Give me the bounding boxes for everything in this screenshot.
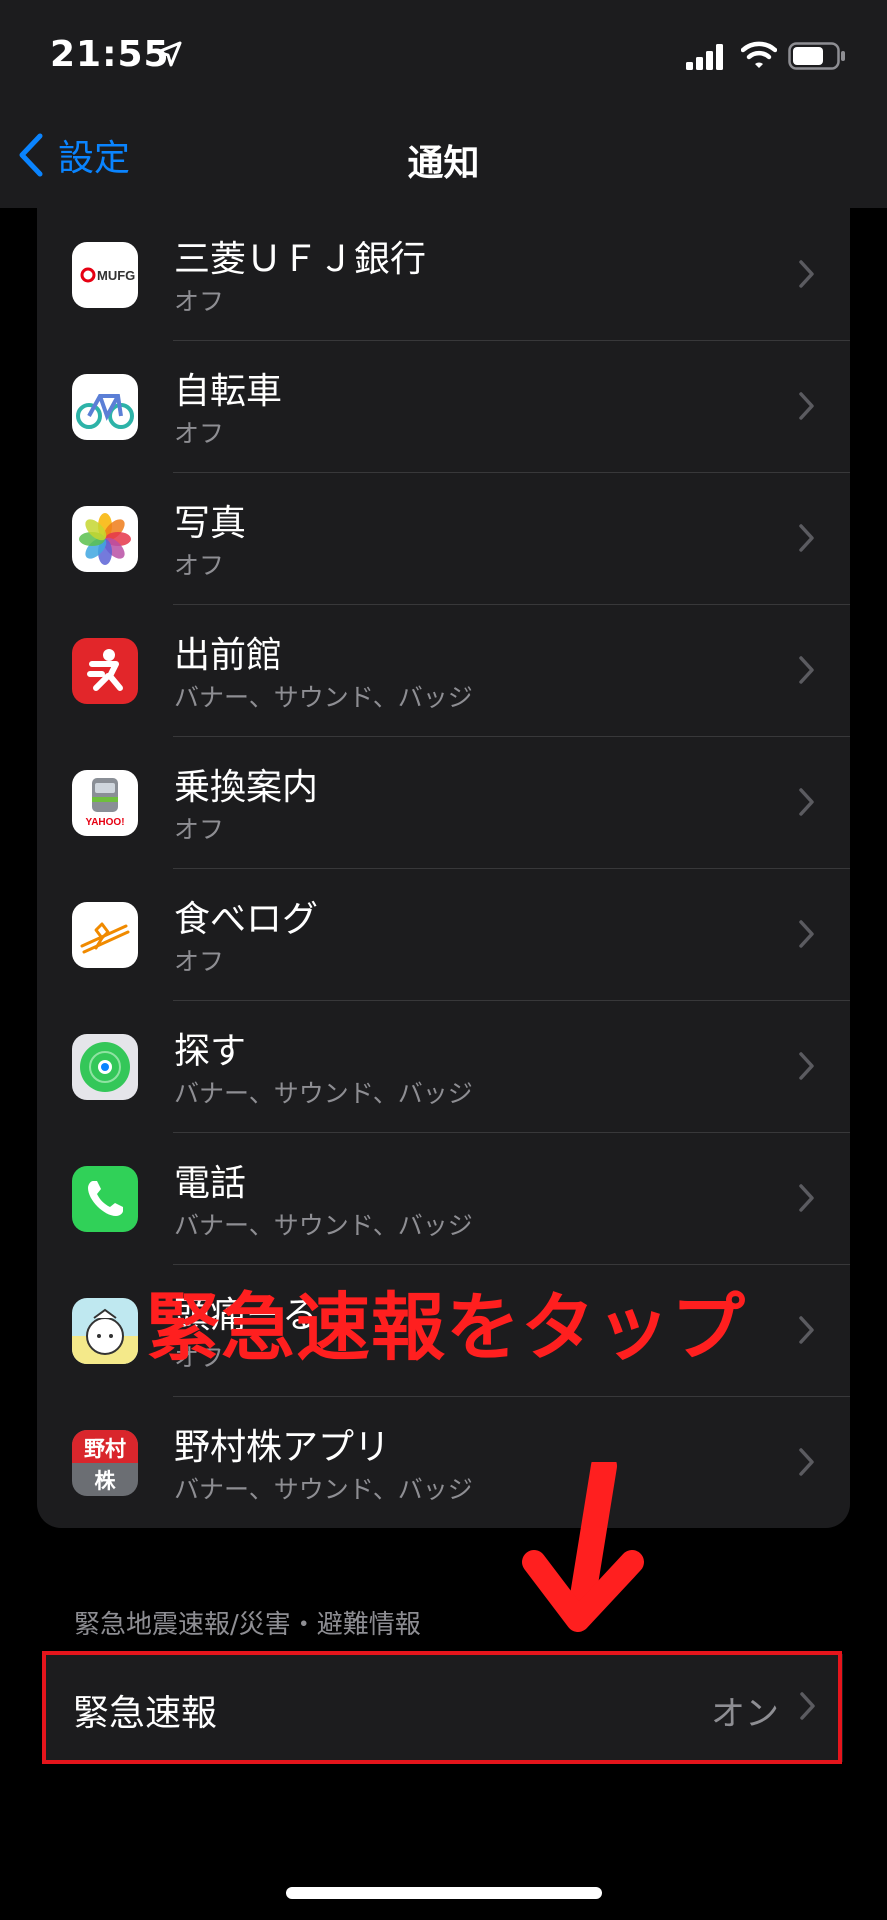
wifi-icon	[741, 41, 777, 68]
notification-status: オフ	[174, 551, 225, 580]
notification-status: バナー、サウンド、バッジ	[174, 683, 473, 712]
highlight-box	[42, 1651, 842, 1764]
chevron-right-icon	[799, 524, 814, 552]
tabelog-icon	[72, 902, 138, 968]
app-name: 写真	[174, 503, 247, 544]
zutool-icon	[72, 1298, 138, 1364]
status-time: 21:55	[50, 34, 170, 75]
svg-text:株: 株	[95, 1469, 117, 1493]
findmy-icon	[72, 1034, 138, 1100]
chevron-right-icon	[799, 920, 814, 948]
app-name: 探す	[174, 1031, 247, 1072]
notification-status: オフ	[174, 815, 225, 844]
notification-status: バナー、サウンド、バッジ	[174, 1079, 473, 1108]
section-header: 緊急地震速報/災害・避難情報	[74, 1610, 421, 1640]
page-title: 通知	[407, 143, 480, 184]
app-name: 野村株アプリ	[174, 1427, 391, 1468]
list-item-norikae[interactable]: YAHOO! 乗換案内 オフ	[37, 736, 850, 868]
chevron-right-icon	[799, 1448, 814, 1476]
list-item-demaekan[interactable]: 出前館 バナー、サウンド、バッジ	[37, 604, 850, 736]
list-item-photos[interactable]: 写真 オフ	[37, 472, 850, 604]
notification-status: バナー、サウンド、バッジ	[174, 1475, 473, 1504]
train-icon: YAHOO!	[72, 770, 138, 836]
list-item-bicycle[interactable]: 自転車 オフ	[37, 340, 850, 472]
demaekan-icon	[72, 638, 138, 704]
list-item-tabelog[interactable]: 食べログ オフ	[37, 868, 850, 1000]
app-name: 自転車	[174, 371, 283, 412]
mufg-icon: MUFG	[72, 242, 138, 308]
battery-icon	[788, 42, 845, 70]
app-name: 出前館	[174, 635, 283, 676]
annotation-text: 緊急速報をタップ	[146, 1285, 746, 1371]
photos-icon	[72, 506, 138, 572]
chevron-right-icon	[799, 1184, 814, 1212]
notification-status: オフ	[174, 287, 225, 316]
bicycle-icon	[72, 374, 138, 440]
svg-text:野村: 野村	[84, 1437, 126, 1461]
list-item-nomura[interactable]: 野村 株 野村株アプリ バナー、サウンド、バッジ	[37, 1396, 850, 1528]
chevron-right-icon	[799, 260, 814, 288]
nomura-icon: 野村 株	[72, 1430, 138, 1496]
notification-status: オフ	[174, 947, 225, 976]
app-name: 三菱ＵＦＪ銀行	[174, 239, 427, 280]
navigation-bar: 21:55 設定 通知	[0, 0, 887, 208]
notification-status: オフ	[174, 419, 225, 448]
app-name: 電話	[174, 1163, 247, 1204]
arrow-down-icon	[522, 1462, 644, 1632]
chevron-right-icon	[799, 392, 814, 420]
location-arrow-icon	[156, 41, 182, 67]
chevron-right-icon	[799, 788, 814, 816]
chevron-right-icon	[799, 1316, 814, 1344]
chevron-right-icon	[799, 1052, 814, 1080]
home-indicator	[286, 1887, 602, 1899]
list-item-phone[interactable]: 電話 バナー、サウンド、バッジ	[37, 1132, 850, 1264]
app-name: 乗換案内	[174, 767, 319, 808]
list-item-findmy[interactable]: 探す バナー、サウンド、バッジ	[37, 1000, 850, 1132]
notification-status: バナー、サウンド、バッジ	[174, 1211, 473, 1240]
app-name: 食べログ	[174, 899, 319, 940]
cellular-signal-icon	[686, 44, 723, 70]
svg-text:YAHOO!: YAHOO!	[85, 817, 124, 828]
phone-icon	[72, 1166, 138, 1232]
chevron-right-icon	[799, 656, 814, 684]
svg-text:MUFG: MUFG	[97, 268, 135, 283]
list-item-mufg[interactable]: MUFG 三菱ＵＦＪ銀行 オフ	[37, 208, 850, 340]
